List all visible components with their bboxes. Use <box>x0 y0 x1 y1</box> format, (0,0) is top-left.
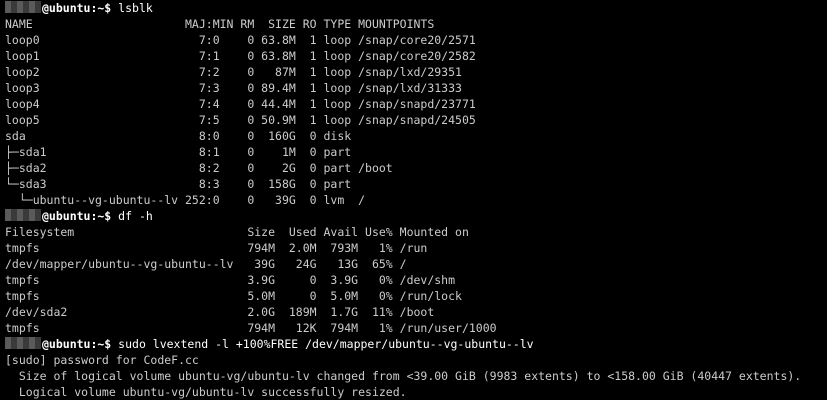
output-text: loop2 7:2 0 87M 1 loop /snap/lxd/29351 <box>5 65 462 79</box>
prompt-line: @ubuntu:~$ sudo lvextend -l +100%FREE /d… <box>5 336 827 352</box>
output-text: loop0 7:0 0 63.8M 1 loop /snap/core20/25… <box>5 33 476 47</box>
output-line: tmpfs 794M 2.0M 793M 1% /run <box>5 240 827 256</box>
output-line: tmpfs 794M 12K 794M 1% /run/user/1000 <box>5 320 827 336</box>
output-text: loop1 7:1 0 63.8M 1 loop /snap/core20/25… <box>5 49 476 63</box>
output-text: tmpfs 794M 12K 794M 1% /run/user/1000 <box>5 321 497 335</box>
output-line: ├─sda1 8:1 0 1M 0 part <box>5 144 827 160</box>
output-line: Logical volume ubuntu-vg/ubuntu-lv succe… <box>5 384 827 400</box>
redacted-username <box>5 1 41 13</box>
output-line: loop1 7:1 0 63.8M 1 loop /snap/core20/25… <box>5 48 827 64</box>
output-text: /dev/mapper/ubuntu--vg-ubuntu--lv 39G 24… <box>5 257 407 271</box>
output-text: Size of logical volume ubuntu-vg/ubuntu-… <box>5 369 802 383</box>
output-text: Logical volume ubuntu-vg/ubuntu-lv succe… <box>5 385 407 399</box>
output-line: └─sda3 8:3 0 158G 0 part <box>5 176 827 192</box>
output-text: tmpfs 794M 2.0M 793M 1% /run <box>5 241 428 255</box>
prompt-host: @ubuntu:~$ <box>42 209 112 223</box>
output-text: sda 8:0 0 160G 0 disk <box>5 129 352 143</box>
prompt-line: @ubuntu:~$ df -h <box>5 208 827 224</box>
output-text: tmpfs 5.0M 0 5.0M 0% /run/lock <box>5 289 462 303</box>
output-line: sda 8:0 0 160G 0 disk <box>5 128 827 144</box>
output-text: /dev/sda2 2.0G 189M 1.7G 11% /boot <box>5 305 435 319</box>
output-line: tmpfs 3.9G 0 3.9G 0% /dev/shm <box>5 272 827 288</box>
prompt-host: @ubuntu:~$ <box>42 337 112 351</box>
output-text: Filesystem Size Used Avail Use% Mounted … <box>5 225 469 239</box>
output-line: [sudo] password for CodeF.cc <box>5 352 827 368</box>
prompt-line: @ubuntu:~$ lsblk <box>5 0 827 16</box>
output-text: loop5 7:5 0 50.9M 1 loop /snap/snapd/245… <box>5 113 476 127</box>
output-text: NAME MAJ:MIN RM SIZE RO TYPE MOUNTPOINTS <box>5 17 435 31</box>
terminal-window[interactable]: @ubuntu:~$ lsblk NAME MAJ:MIN RM SIZE RO … <box>0 0 827 400</box>
output-text: ├─sda2 8:2 0 2G 0 part /boot <box>5 161 393 175</box>
output-line: loop5 7:5 0 50.9M 1 loop /snap/snapd/245… <box>5 112 827 128</box>
output-text: ├─sda1 8:1 0 1M 0 part <box>5 145 352 159</box>
prompt-host: @ubuntu:~$ <box>42 1 112 15</box>
output-text: loop3 7:3 0 89.4M 1 loop /snap/lxd/31333 <box>5 81 462 95</box>
redacted-username <box>5 337 41 349</box>
output-line: loop4 7:4 0 44.4M 1 loop /snap/snapd/237… <box>5 96 827 112</box>
output-line: loop2 7:2 0 87M 1 loop /snap/lxd/29351 <box>5 64 827 80</box>
output-line: loop3 7:3 0 89.4M 1 loop /snap/lxd/31333 <box>5 80 827 96</box>
output-line: /dev/sda2 2.0G 189M 1.7G 11% /boot <box>5 304 827 320</box>
output-line: ├─sda2 8:2 0 2G 0 part /boot <box>5 160 827 176</box>
output-line: tmpfs 5.0M 0 5.0M 0% /run/lock <box>5 288 827 304</box>
output-line: Filesystem Size Used Avail Use% Mounted … <box>5 224 827 240</box>
output-line: NAME MAJ:MIN RM SIZE RO TYPE MOUNTPOINTS <box>5 16 827 32</box>
output-line: /dev/mapper/ubuntu--vg-ubuntu--lv 39G 24… <box>5 256 827 272</box>
command-text: sudo lvextend -l +100%FREE /dev/mapper/u… <box>111 337 534 351</box>
command-text: df -h <box>111 209 153 223</box>
output-line: loop0 7:0 0 63.8M 1 loop /snap/core20/25… <box>5 32 827 48</box>
output-line: └─ubuntu--vg-ubuntu--lv 252:0 0 39G 0 lv… <box>5 192 827 208</box>
output-text: └─ubuntu--vg-ubuntu--lv 252:0 0 39G 0 lv… <box>5 193 366 207</box>
output-text: loop4 7:4 0 44.4M 1 loop /snap/snapd/237… <box>5 97 476 111</box>
command-text: lsblk <box>111 1 153 15</box>
output-text: └─sda3 8:3 0 158G 0 part <box>5 177 352 191</box>
redacted-username <box>5 209 41 221</box>
output-line: Size of logical volume ubuntu-vg/ubuntu-… <box>5 368 827 384</box>
output-text: [sudo] password for CodeF.cc <box>5 353 199 367</box>
output-text: tmpfs 3.9G 0 3.9G 0% /dev/shm <box>5 273 456 287</box>
